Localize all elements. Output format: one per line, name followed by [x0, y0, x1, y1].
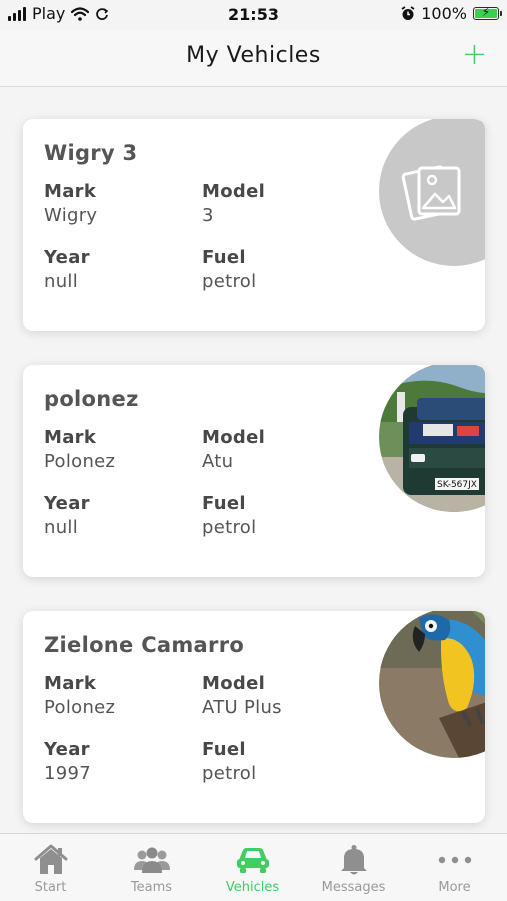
year-value: null: [44, 517, 79, 538]
model-field: Model ATU Plus: [202, 672, 282, 720]
fuel-value: petrol: [202, 271, 257, 292]
model-label: Model: [202, 427, 266, 448]
parrot-photo: [379, 611, 485, 758]
license-plate: SK-567JX: [437, 480, 477, 490]
tab-more[interactable]: More: [404, 834, 505, 901]
nav-header: My Vehicles +: [0, 30, 507, 87]
year-value: null: [44, 271, 79, 292]
vehicle-photo: [379, 119, 485, 266]
model-value: ATU Plus: [202, 697, 282, 718]
year-field: Year null: [44, 246, 90, 294]
tab-label: Teams: [130, 880, 173, 895]
vehicle-photo: SK-567JX: [379, 365, 485, 512]
mark-field: Mark Wigry: [44, 180, 97, 228]
more-icon: [438, 856, 471, 864]
people-icon: [133, 847, 170, 873]
mark-label: Mark: [44, 427, 97, 448]
mark-value: Polonez: [44, 451, 116, 472]
year-label: Year: [44, 739, 90, 760]
bell-icon: [340, 845, 367, 875]
vehicle-list: Wigry 3 Mark Wigry Model 3 Year null Fue…: [0, 87, 507, 833]
mark-label: Mark: [44, 181, 97, 202]
tab-label: Start: [34, 880, 67, 895]
placeholder-image-icon: [401, 165, 461, 221]
model-label: Model: [202, 673, 266, 694]
car-icon: [236, 848, 269, 873]
add-vehicle-button[interactable]: +: [462, 40, 487, 70]
tab-messages[interactable]: Messages: [303, 834, 404, 901]
vehicle-name: polonez: [44, 387, 139, 411]
mark-value: Wigry: [44, 205, 98, 226]
fuel-label: Fuel: [202, 247, 246, 268]
fuel-value: petrol: [202, 763, 257, 784]
model-field: Model Atu: [202, 426, 265, 474]
fuel-field: Fuel petrol: [202, 738, 256, 786]
mark-label: Mark: [44, 673, 97, 694]
battery-percent: 100%: [421, 4, 467, 23]
tab-start[interactable]: Start: [0, 834, 101, 901]
vehicle-name: Zielone Camarro: [44, 633, 245, 657]
rally-car-photo: SK-567JX: [379, 365, 485, 512]
mark-value: Polonez: [44, 697, 116, 718]
home-icon: [34, 844, 67, 874]
status-bar: Play 21:53 100% ⚡: [0, 0, 507, 30]
mark-field: Mark Polonez: [44, 426, 115, 474]
year-field: Year 1997: [44, 738, 91, 786]
vehicle-card[interactable]: Wigry 3 Mark Wigry Model 3 Year null Fue…: [23, 119, 485, 331]
fuel-field: Fuel petrol: [202, 246, 256, 294]
year-value: 1997: [44, 763, 92, 784]
model-value: 3: [202, 205, 214, 226]
tab-label: More: [438, 880, 471, 895]
tab-teams[interactable]: Teams: [101, 834, 202, 901]
vehicle-card[interactable]: polonez Mark Polonez Model Atu Year null…: [23, 365, 485, 577]
tab-bar: Start Teams Vehicles Messages More: [0, 833, 507, 901]
model-field: Model 3: [202, 180, 265, 228]
model-value: Atu: [202, 451, 234, 472]
battery-icon: ⚡: [473, 5, 502, 20]
alarm-icon: [401, 6, 415, 20]
year-field: Year null: [44, 492, 90, 540]
mark-field: Mark Polonez: [44, 672, 115, 720]
fuel-field: Fuel petrol: [202, 492, 256, 540]
vehicle-photo: [379, 611, 485, 758]
fuel-label: Fuel: [202, 493, 246, 514]
year-label: Year: [44, 493, 90, 514]
fuel-label: Fuel: [202, 739, 246, 760]
tab-label: Messages: [321, 880, 386, 895]
tab-vehicles[interactable]: Vehicles: [202, 834, 303, 901]
year-label: Year: [44, 247, 90, 268]
tab-label: Vehicles: [225, 880, 280, 895]
page-title: My Vehicles: [186, 43, 321, 68]
model-label: Model: [202, 181, 266, 202]
vehicle-name: Wigry 3: [44, 141, 138, 165]
fuel-value: petrol: [202, 517, 257, 538]
vehicle-card[interactable]: Zielone Camarro Mark Polonez Model ATU P…: [23, 611, 485, 823]
